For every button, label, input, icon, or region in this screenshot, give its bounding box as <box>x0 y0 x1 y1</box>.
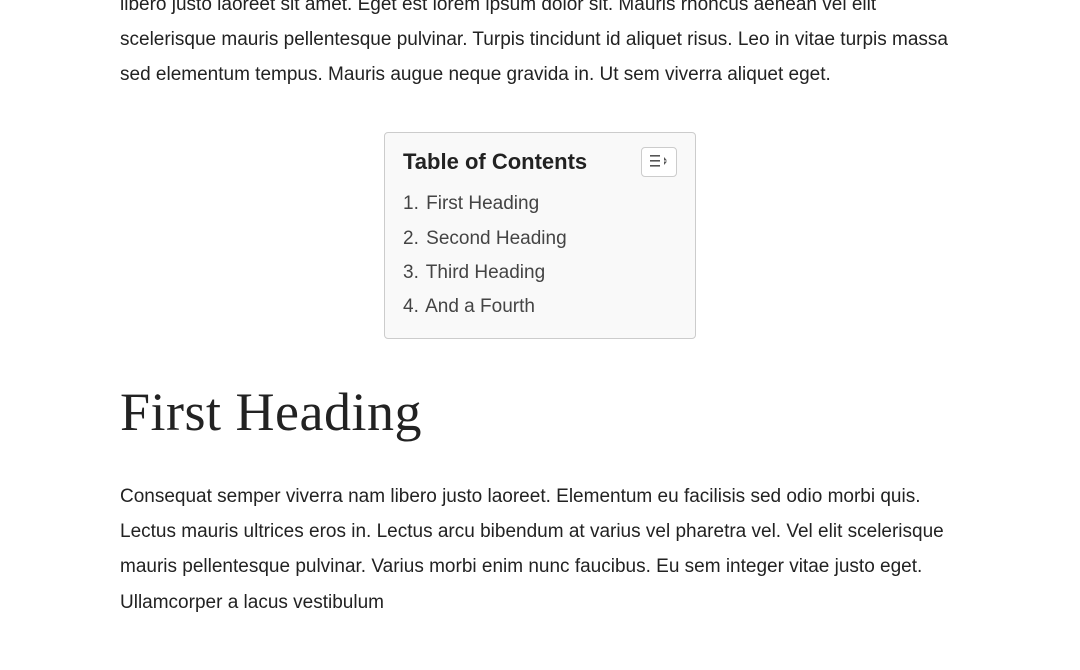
toc-link-first-heading[interactable]: 1. First Heading <box>403 193 539 214</box>
toc-item-number: 2. <box>403 228 419 249</box>
toc-item: 2. Second Heading <box>403 222 677 256</box>
toc-item-label: And a Fourth <box>425 296 535 317</box>
toc-item: 3. Third Heading <box>403 256 677 290</box>
toc-list: 1. First Heading 2. Second Heading 3. Th… <box>403 187 677 324</box>
section-heading-first: First Heading <box>120 381 960 443</box>
toc-link-and-a-fourth[interactable]: 4. And a Fourth <box>403 296 535 317</box>
toc-item: 1. First Heading <box>403 187 677 221</box>
toc-link-third-heading[interactable]: 3. Third Heading <box>403 262 545 283</box>
list-collapse-icon <box>650 154 668 171</box>
toc-title: Table of Contents <box>403 149 587 175</box>
table-of-contents: Table of Contents 1. First Heading <box>384 132 696 339</box>
toc-link-second-heading[interactable]: 2. Second Heading <box>403 228 567 249</box>
toc-item-label: Third Heading <box>426 262 545 283</box>
toc-header: Table of Contents <box>403 147 677 177</box>
toc-item-label: Second Heading <box>426 228 567 249</box>
toc-toggle-button[interactable] <box>641 147 677 177</box>
toc-item: 4. And a Fourth <box>403 290 677 324</box>
toc-item-number: 3. <box>403 262 419 283</box>
content-wrapper: libero justo laoreet sit amet. Eget est … <box>0 0 1080 620</box>
toc-item-label: First Heading <box>426 193 539 214</box>
toc-item-number: 4. <box>403 296 419 317</box>
toc-item-number: 1. <box>403 193 419 214</box>
intro-paragraph: libero justo laoreet sit amet. Eget est … <box>120 0 960 92</box>
section-body-paragraph: Consequat semper viverra nam libero just… <box>120 479 960 620</box>
